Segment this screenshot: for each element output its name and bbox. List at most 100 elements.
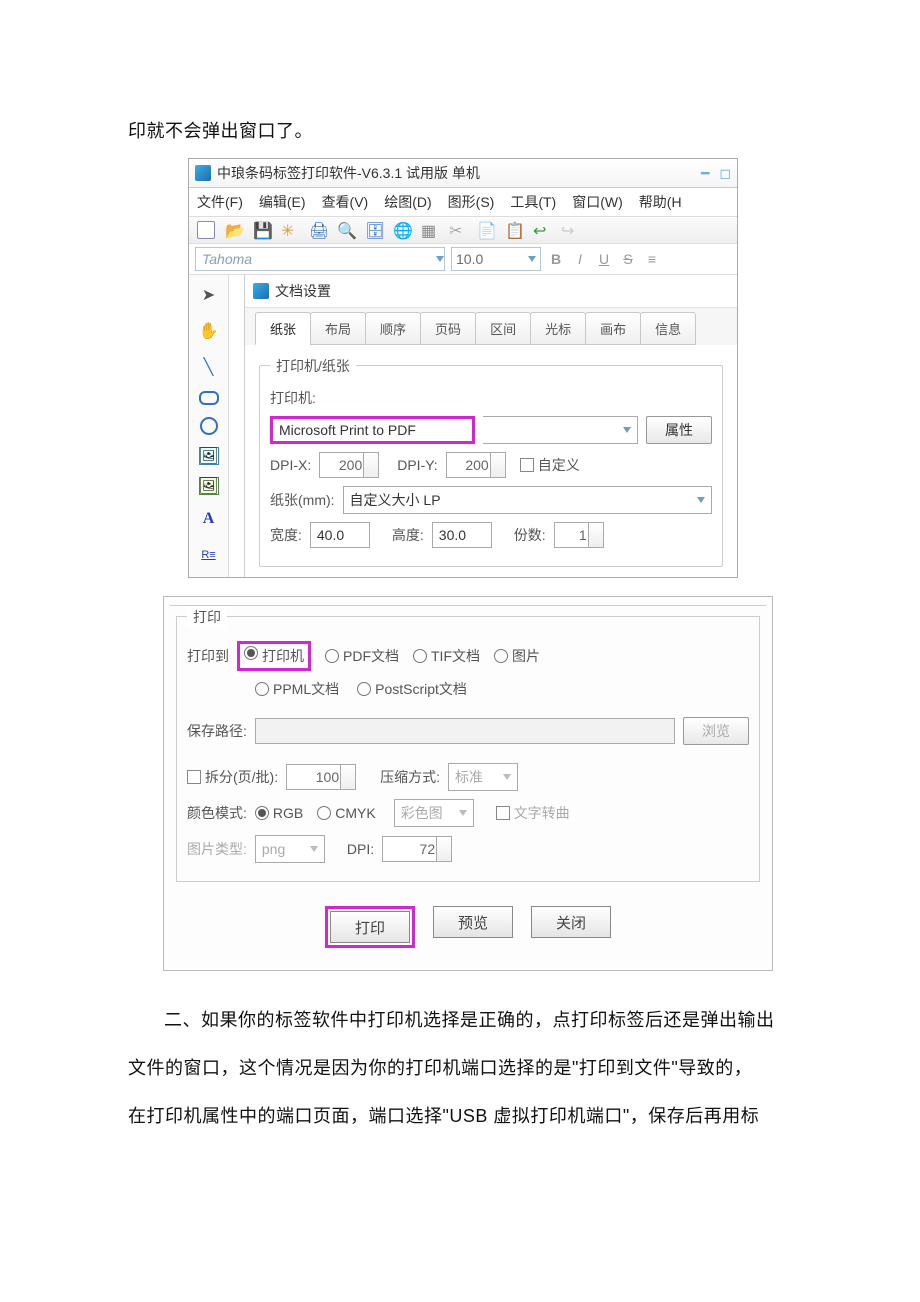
radio-rgb[interactable]	[255, 806, 269, 820]
tab-paper[interactable]: 纸张	[255, 312, 311, 345]
zoom-icon[interactable]: 🔍	[337, 221, 355, 239]
tab-page[interactable]: 页码	[420, 312, 476, 345]
dpi-label: DPI:	[347, 841, 374, 857]
dpix-spinner[interactable]: 200	[319, 452, 379, 478]
save-path-input[interactable]	[255, 718, 675, 744]
image2-icon[interactable]: 🖼	[199, 477, 219, 495]
close-button[interactable]: 关闭	[531, 906, 611, 938]
app-icon	[195, 165, 211, 181]
radio-cmyk-wrap[interactable]: CMYK	[317, 805, 375, 821]
menu-draw[interactable]: 绘图(D)	[380, 190, 435, 214]
tab-order[interactable]: 顺序	[365, 312, 421, 345]
menu-tool[interactable]: 工具(T)	[506, 190, 560, 214]
radio-printer-label: 打印机	[262, 646, 304, 666]
bold-button[interactable]: B	[547, 251, 565, 267]
line-icon[interactable]: ╲	[197, 355, 221, 379]
print-to-label: 打印到	[187, 646, 229, 666]
properties-button[interactable]: 属性	[646, 416, 712, 444]
menu-edit[interactable]: 编辑(E)	[255, 190, 310, 214]
tab-canvas[interactable]: 画布	[585, 312, 641, 345]
undo-icon[interactable]: ↩	[533, 221, 551, 239]
underline-button[interactable]: U	[595, 251, 613, 267]
hand-icon[interactable]: ✋	[197, 319, 221, 343]
dpiy-spinner[interactable]: 200	[446, 452, 506, 478]
new-icon[interactable]	[197, 221, 215, 239]
rich-text-icon[interactable]: R≡	[197, 543, 221, 567]
menu-file[interactable]: 文件(F)	[193, 190, 247, 214]
doc-settings-title: 文档设置	[275, 281, 331, 301]
radio-img-wrap[interactable]: 图片	[494, 646, 540, 666]
print-icon[interactable]: 🖨	[309, 221, 327, 239]
arrow-icon[interactable]: ➤	[197, 283, 221, 307]
tab-cursor[interactable]: 光标	[530, 312, 586, 345]
font-size-combo[interactable]: 10.0	[451, 247, 541, 271]
text-A-icon[interactable]: A	[197, 507, 221, 531]
preview-button[interactable]: 预览	[433, 906, 513, 938]
radio-ppml-wrap[interactable]: PPML文档	[255, 679, 339, 699]
paper-size-combo[interactable]: 自定义大小 LP	[343, 486, 712, 514]
font-family-combo[interactable]: Tahoma	[195, 247, 445, 271]
printer-combo[interactable]: Microsoft Print to PDF	[273, 419, 472, 441]
italic-button[interactable]: I	[571, 251, 589, 267]
roundrect-icon[interactable]	[199, 391, 219, 405]
picture-icon[interactable]: 🖼	[199, 447, 219, 465]
globe-icon[interactable]: 🌐	[393, 221, 411, 239]
menu-window[interactable]: 窗口(W)	[568, 190, 627, 214]
radio-printer[interactable]	[244, 646, 258, 660]
printer-combo-ext[interactable]	[483, 416, 638, 444]
minimize-icon[interactable]: ━	[701, 165, 709, 182]
radio-ps-wrap[interactable]: PostScript文档	[357, 679, 467, 699]
vertical-ruler	[229, 275, 245, 577]
split-checkbox-wrap[interactable]: 拆分(页/批):	[187, 767, 278, 787]
radio-ppml[interactable]	[255, 682, 269, 696]
width-input[interactable]: 40.0	[310, 522, 370, 548]
split-checkbox[interactable]	[187, 770, 201, 784]
custom-checkbox[interactable]	[520, 458, 534, 472]
menu-view[interactable]: 查看(V)	[318, 190, 373, 214]
body-paragraph-2: 二、如果你的标签软件中打印机选择是正确的，点打印标签后还是弹出输出	[128, 999, 792, 1041]
tab-layout[interactable]: 布局	[310, 312, 366, 345]
main-toolbar: 📂 💾 ✳ 🖨 🔍 🗄 🌐 ▦ ✂ 📄 📋 ↩ ↪	[189, 217, 737, 244]
height-input[interactable]: 30.0	[432, 522, 492, 548]
dpi-spinner[interactable]: 72	[382, 836, 452, 862]
grid-icon[interactable]: ▦	[421, 221, 439, 239]
browse-button[interactable]: 浏览	[683, 717, 749, 745]
window-title: 中琅条码标签打印软件-V6.3.1 试用版 单机	[217, 163, 480, 183]
group-title: 打印机/纸张	[270, 356, 356, 376]
database-icon[interactable]: 🗄	[365, 221, 383, 239]
text-curve-checkbox[interactable]	[496, 806, 510, 820]
menu-help[interactable]: 帮助(H	[635, 190, 686, 214]
save-icon[interactable]: 💾	[253, 221, 271, 239]
radio-pdf-wrap[interactable]: PDF文档	[325, 646, 399, 666]
paste-icon[interactable]: 📋	[505, 221, 523, 239]
ellipse-icon[interactable]	[200, 417, 218, 435]
cut-icon[interactable]: ✂	[449, 221, 467, 239]
radio-cmyk[interactable]	[317, 806, 331, 820]
strike-button[interactable]: S	[619, 251, 637, 267]
tab-range[interactable]: 区间	[475, 312, 531, 345]
radio-pdf[interactable]	[325, 649, 339, 663]
text-curve-wrap[interactable]: 文字转曲	[496, 803, 570, 823]
print-button[interactable]: 打印	[330, 911, 410, 943]
tab-info[interactable]: 信息	[640, 312, 696, 345]
redo-icon[interactable]: ↪	[561, 221, 579, 239]
copy-icon[interactable]: 📄	[477, 221, 495, 239]
copies-spinner[interactable]: 1	[554, 522, 604, 548]
gear-icon[interactable]: ✳	[281, 221, 299, 239]
radio-image[interactable]	[494, 649, 508, 663]
text-effect-icon[interactable]: ≡	[643, 251, 661, 267]
imgtype-combo[interactable]: png	[255, 835, 325, 863]
radio-tif-wrap[interactable]: TIF文档	[413, 646, 480, 666]
color-combo[interactable]: 彩色图	[394, 799, 474, 827]
open-icon[interactable]: 📂	[225, 221, 243, 239]
maximize-icon[interactable]: ◻	[719, 165, 731, 182]
menu-shape[interactable]: 图形(S)	[444, 190, 499, 214]
radio-tif[interactable]	[413, 649, 427, 663]
highlight-printer-radio: 打印机	[237, 641, 311, 671]
custom-checkbox-wrap[interactable]: 自定义	[520, 455, 580, 475]
radio-rgb-wrap[interactable]: RGB	[255, 805, 303, 821]
split-spinner[interactable]: 100	[286, 764, 356, 790]
compress-combo[interactable]: 标准	[448, 763, 518, 791]
chevron-down-icon	[459, 810, 467, 816]
radio-postscript[interactable]	[357, 682, 371, 696]
